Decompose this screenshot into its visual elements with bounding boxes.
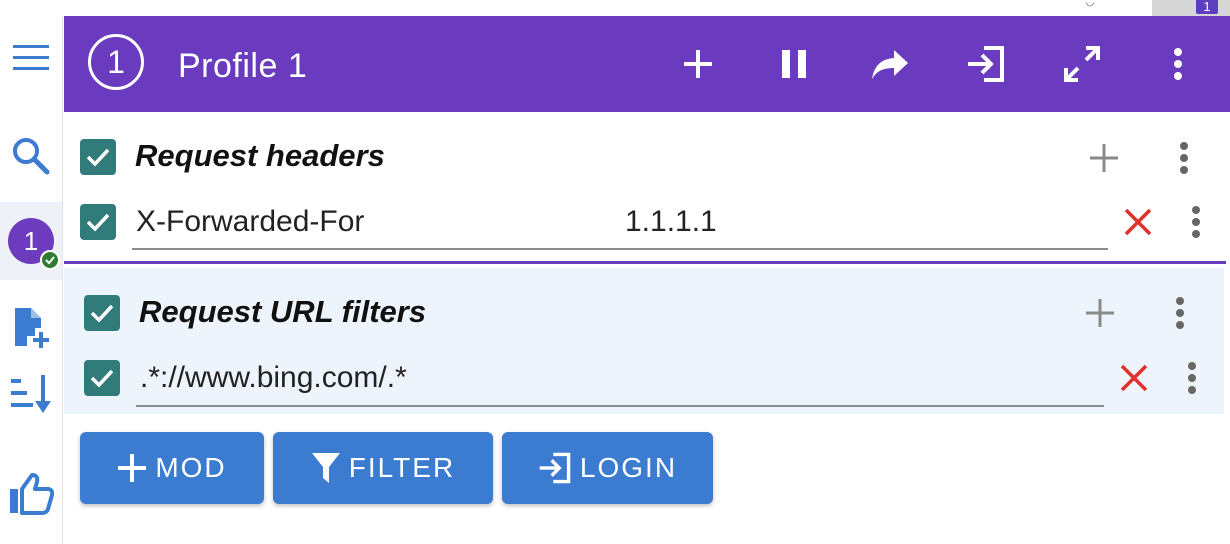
fullscreen-icon	[1064, 46, 1100, 82]
add-icon	[1090, 144, 1118, 172]
fullscreen-button[interactable]	[1058, 40, 1106, 88]
browser-toolbar-strip: ◟◞ 1	[0, 0, 1230, 16]
more-vert-icon	[1192, 206, 1200, 238]
more-vert-icon	[1180, 142, 1188, 174]
share-icon	[872, 50, 908, 79]
check-icon	[86, 148, 110, 167]
filter-icon	[311, 453, 340, 483]
url-filter-underline	[136, 405, 1104, 407]
header-row-checkbox[interactable]	[80, 204, 116, 240]
add-profile-button[interactable]	[0, 296, 62, 360]
request-headers-title: Request headers	[135, 138, 385, 173]
share-button[interactable]	[866, 40, 914, 88]
extension-badge[interactable]: 1	[1196, 0, 1218, 14]
login-icon	[968, 46, 1004, 82]
more-vert-icon	[1176, 297, 1184, 329]
add-button[interactable]	[674, 40, 722, 88]
sidebar-profile-1[interactable]: 1	[0, 202, 62, 280]
profile-header: 1 Profile 1	[64, 16, 1230, 112]
add-filter-label: FILTER	[348, 452, 456, 483]
add-login-button[interactable]: LOGIN	[502, 432, 713, 504]
close-icon	[1124, 208, 1152, 236]
profile-number: 1	[107, 43, 125, 80]
add-login-label: LOGIN	[579, 452, 678, 483]
profile-avatar: 1	[8, 218, 60, 270]
request-headers-checkbox[interactable]	[80, 139, 116, 175]
search-button[interactable]	[0, 124, 62, 188]
login-icon	[539, 452, 571, 484]
login-button[interactable]	[962, 40, 1010, 88]
add-header-button[interactable]	[1084, 138, 1124, 178]
header-name-input[interactable]: X-Forwarded-For	[136, 205, 364, 239]
check-icon	[90, 304, 114, 323]
url-filter-row-more-button[interactable]	[1178, 358, 1206, 398]
url-filter-row-checkbox[interactable]	[84, 360, 120, 396]
active-check-icon	[40, 250, 60, 270]
add-icon	[684, 50, 712, 78]
sort-icon	[11, 375, 51, 413]
url-filter-input[interactable]: .*://www.bing.com/.*	[140, 361, 407, 395]
url-filters-title: Request URL filters	[139, 294, 427, 329]
thumbs-up-icon	[10, 473, 54, 515]
header-row-underline	[132, 248, 1108, 250]
add-url-filter-button[interactable]	[1080, 293, 1120, 333]
delete-url-filter-button[interactable]	[1116, 360, 1152, 396]
profile-number-badge[interactable]: 1	[88, 34, 144, 90]
more-vert-icon	[1174, 48, 1182, 80]
close-icon	[1120, 364, 1148, 392]
add-icon	[1086, 299, 1114, 327]
check-icon	[90, 369, 114, 388]
header-row-more-button[interactable]	[1182, 202, 1210, 242]
sidebar: 1	[0, 16, 63, 544]
request-headers-section	[64, 112, 1230, 264]
delete-header-button[interactable]	[1120, 204, 1156, 240]
pause-icon	[782, 50, 806, 78]
more-vert-icon	[1188, 362, 1196, 394]
menu-icon	[13, 45, 49, 70]
url-filters-more-button[interactable]	[1166, 293, 1194, 333]
add-mod-label: MOD	[155, 452, 227, 483]
section-divider	[64, 261, 1226, 264]
url-filters-checkbox[interactable]	[84, 295, 120, 331]
add-file-icon	[15, 308, 49, 348]
request-headers-more-button[interactable]	[1170, 138, 1198, 178]
header-more-button[interactable]	[1154, 40, 1202, 88]
profile-title[interactable]: Profile 1	[178, 46, 307, 86]
extension-chip[interactable]	[1152, 0, 1230, 16]
rate-button[interactable]	[0, 462, 62, 526]
add-filter-button[interactable]: FILTER	[273, 432, 493, 504]
pause-button[interactable]	[770, 40, 818, 88]
check-icon	[86, 213, 110, 232]
add-mod-button[interactable]: MOD	[80, 432, 264, 504]
loading-icon: ◟◞	[1086, 0, 1094, 8]
menu-button[interactable]	[0, 26, 62, 90]
sort-button[interactable]	[0, 362, 62, 426]
search-icon	[13, 138, 50, 175]
header-value-input[interactable]: 1.1.1.1	[625, 205, 717, 239]
add-icon	[118, 454, 147, 482]
profile-avatar-number: 1	[23, 225, 39, 256]
